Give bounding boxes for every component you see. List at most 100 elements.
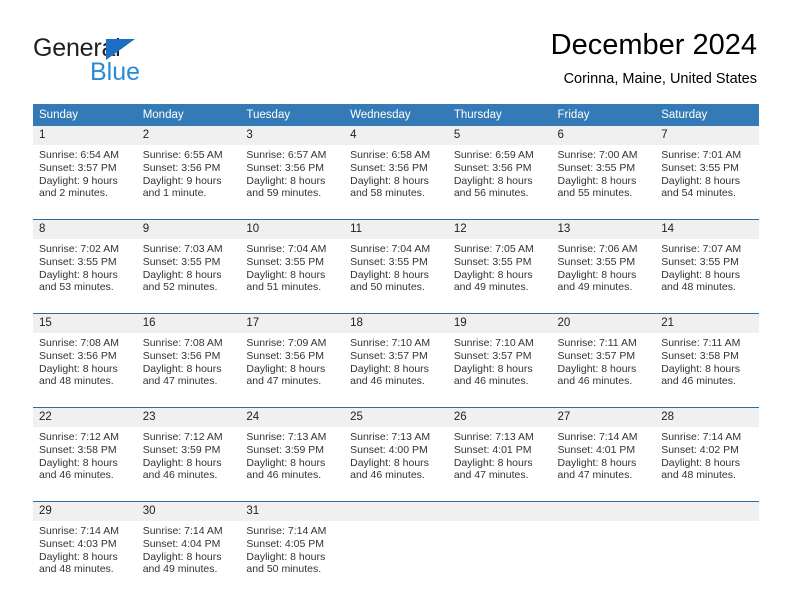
day-number: 27 <box>551 407 656 427</box>
day-cell[interactable]: Sunrise: 7:14 AM Sunset: 4:04 PM Dayligh… <box>136 521 241 595</box>
daylight-text-line1: Daylight: 8 hours <box>39 362 118 375</box>
day-cell[interactable]: Sunrise: 7:14 AM Sunset: 4:03 PM Dayligh… <box>33 521 137 595</box>
daylight-text-line2: and 49 minutes. <box>142 563 218 576</box>
day-cell[interactable]: Sunrise: 7:08 AM Sunset: 3:56 PM Dayligh… <box>33 333 137 408</box>
day-number: 1 <box>33 126 137 145</box>
day-cell[interactable]: Sunrise: 7:07 AM Sunset: 3:55 PM Dayligh… <box>655 239 759 314</box>
day-number: 29 <box>33 501 137 521</box>
sunrise-text: Sunrise: 7:01 AM <box>661 149 742 161</box>
day-number: 12 <box>447 219 552 239</box>
day-cell[interactable]: Sunrise: 7:00 AM Sunset: 3:55 PM Dayligh… <box>551 145 656 220</box>
weekday-header-saturday: Saturday <box>655 104 759 126</box>
page-title: December 2024 <box>550 29 757 61</box>
day-number: 4 <box>344 126 448 145</box>
daylight-text-line2: and 50 minutes. <box>350 281 425 294</box>
week-row-details: Sunrise: 6:54 AM Sunset: 3:57 PM Dayligh… <box>33 145 759 220</box>
daylight-text-line1: Daylight: 8 hours <box>453 456 533 469</box>
sunrise-text: Sunrise: 7:13 AM <box>350 431 431 443</box>
day-number: 2 <box>136 126 241 145</box>
sunset-text: Sunset: 3:55 PM <box>142 255 221 268</box>
daylight-text-line1: Daylight: 8 hours <box>453 174 533 187</box>
sunrise-text: Sunrise: 7:14 AM <box>557 431 638 443</box>
day-cell[interactable]: Sunrise: 7:11 AM Sunset: 3:57 PM Dayligh… <box>551 333 656 408</box>
day-cell[interactable]: Sunrise: 7:14 AM Sunset: 4:02 PM Dayligh… <box>655 427 759 502</box>
daylight-text-line1: Daylight: 8 hours <box>661 456 741 469</box>
sunrise-text: Sunrise: 7:12 AM <box>39 431 119 443</box>
sunset-text: Sunset: 4:02 PM <box>661 443 739 456</box>
sunset-text: Sunset: 3:56 PM <box>39 349 117 362</box>
sunrise-text: Sunrise: 7:11 AM <box>661 337 741 349</box>
day-cell[interactable]: Sunrise: 7:08 AM Sunset: 3:56 PM Dayligh… <box>136 333 241 408</box>
day-cell[interactable]: Sunrise: 7:05 AM Sunset: 3:55 PM Dayligh… <box>447 239 552 314</box>
sunset-text: Sunset: 3:56 PM <box>246 161 325 174</box>
day-cell[interactable]: Sunrise: 7:04 AM Sunset: 3:55 PM Dayligh… <box>240 239 345 314</box>
day-cell[interactable]: Sunrise: 7:14 AM Sunset: 4:01 PM Dayligh… <box>551 427 656 502</box>
day-number: 15 <box>33 313 137 333</box>
daylight-text-line2: and 54 minutes. <box>661 187 736 200</box>
week-row-daynumbers: 22 23 24 25 26 27 28 <box>33 407 759 427</box>
sunrise-text: Sunrise: 7:11 AM <box>557 337 637 349</box>
day-number: 18 <box>344 313 448 333</box>
sunset-text: Sunset: 3:55 PM <box>557 255 636 268</box>
day-cell[interactable]: Sunrise: 6:58 AM Sunset: 3:56 PM Dayligh… <box>344 145 448 220</box>
sunset-text: Sunset: 3:55 PM <box>661 255 739 268</box>
sunset-text: Sunset: 3:58 PM <box>39 443 117 456</box>
daylight-text-line1: Daylight: 8 hours <box>557 174 637 187</box>
day-cell[interactable]: Sunrise: 6:55 AM Sunset: 3:56 PM Dayligh… <box>136 145 241 220</box>
day-cell[interactable]: Sunrise: 6:59 AM Sunset: 3:56 PM Dayligh… <box>447 145 552 220</box>
daylight-text-line2: and 51 minutes. <box>246 281 322 294</box>
weekday-header-friday: Friday <box>551 104 656 126</box>
day-cell[interactable]: Sunrise: 6:57 AM Sunset: 3:56 PM Dayligh… <box>240 145 345 220</box>
sunrise-text: Sunrise: 7:04 AM <box>246 243 327 255</box>
sunrise-text: Sunrise: 7:14 AM <box>39 525 119 537</box>
daylight-text-line1: Daylight: 8 hours <box>557 268 637 281</box>
day-cell[interactable]: Sunrise: 7:10 AM Sunset: 3:57 PM Dayligh… <box>344 333 448 408</box>
day-cell[interactable]: Sunrise: 7:12 AM Sunset: 3:58 PM Dayligh… <box>33 427 137 502</box>
day-cell[interactable]: Sunrise: 7:03 AM Sunset: 3:55 PM Dayligh… <box>136 239 241 314</box>
day-cell[interactable]: Sunrise: 7:04 AM Sunset: 3:55 PM Dayligh… <box>344 239 448 314</box>
day-number: 7 <box>655 126 759 145</box>
day-cell[interactable]: Sunrise: 7:14 AM Sunset: 4:05 PM Dayligh… <box>240 521 345 595</box>
daylight-text-line1: Daylight: 8 hours <box>246 550 326 563</box>
day-cell[interactable]: Sunrise: 7:13 AM Sunset: 4:01 PM Dayligh… <box>447 427 552 502</box>
weekday-header-tuesday: Tuesday <box>240 104 345 126</box>
daylight-text-line2: and 46 minutes. <box>246 469 322 482</box>
daylight-text-line2: and 47 minutes. <box>246 375 322 388</box>
daylight-text-line1: Daylight: 8 hours <box>246 174 326 187</box>
sunrise-text: Sunrise: 7:10 AM <box>453 337 534 349</box>
day-number-empty <box>551 501 656 521</box>
day-number: 30 <box>136 501 241 521</box>
day-cell[interactable]: Sunrise: 7:11 AM Sunset: 3:58 PM Dayligh… <box>655 333 759 408</box>
daylight-text-line2: and 52 minutes. <box>142 281 218 294</box>
daylight-text-line1: Daylight: 8 hours <box>350 456 429 469</box>
day-number-empty <box>655 501 759 521</box>
day-cell[interactable]: Sunrise: 7:06 AM Sunset: 3:55 PM Dayligh… <box>551 239 656 314</box>
day-cell[interactable]: Sunrise: 7:09 AM Sunset: 3:56 PM Dayligh… <box>240 333 345 408</box>
daylight-text-line1: Daylight: 8 hours <box>661 268 741 281</box>
week-row-details: Sunrise: 7:02 AM Sunset: 3:55 PM Dayligh… <box>33 239 759 314</box>
sunrise-text: Sunrise: 7:05 AM <box>453 243 534 255</box>
daylight-text-line2: and 46 minutes. <box>557 375 633 388</box>
day-cell[interactable]: Sunrise: 7:10 AM Sunset: 3:57 PM Dayligh… <box>447 333 552 408</box>
daylight-text-line2: and 58 minutes. <box>350 187 425 200</box>
sunrise-text: Sunrise: 6:54 AM <box>39 149 119 161</box>
day-cell[interactable]: Sunrise: 7:13 AM Sunset: 4:00 PM Dayligh… <box>344 427 448 502</box>
day-number: 16 <box>136 313 241 333</box>
sunset-text: Sunset: 3:58 PM <box>661 349 739 362</box>
daylight-text-line1: Daylight: 8 hours <box>661 174 741 187</box>
day-cell[interactable]: Sunrise: 7:13 AM Sunset: 3:59 PM Dayligh… <box>240 427 345 502</box>
week-row-details: Sunrise: 7:14 AM Sunset: 4:03 PM Dayligh… <box>33 521 759 595</box>
sunset-text: Sunset: 3:56 PM <box>350 161 428 174</box>
calendar-header-row: Sunday Monday Tuesday Wednesday Thursday… <box>33 104 759 126</box>
daylight-text-line2: and 46 minutes. <box>39 469 114 482</box>
daylight-text-line1: Daylight: 9 hours <box>39 174 118 187</box>
daylight-text-line2: and 55 minutes. <box>557 187 633 200</box>
day-number: 26 <box>447 407 552 427</box>
day-cell[interactable]: Sunrise: 7:02 AM Sunset: 3:55 PM Dayligh… <box>33 239 137 314</box>
day-cell[interactable]: Sunrise: 6:54 AM Sunset: 3:57 PM Dayligh… <box>33 145 137 220</box>
sunset-text: Sunset: 3:56 PM <box>246 349 325 362</box>
day-number: 5 <box>447 126 552 145</box>
general-blue-logo[interactable]: General Blue <box>33 34 213 90</box>
day-cell[interactable]: Sunrise: 7:01 AM Sunset: 3:55 PM Dayligh… <box>655 145 759 220</box>
day-cell[interactable]: Sunrise: 7:12 AM Sunset: 3:59 PM Dayligh… <box>136 427 241 502</box>
